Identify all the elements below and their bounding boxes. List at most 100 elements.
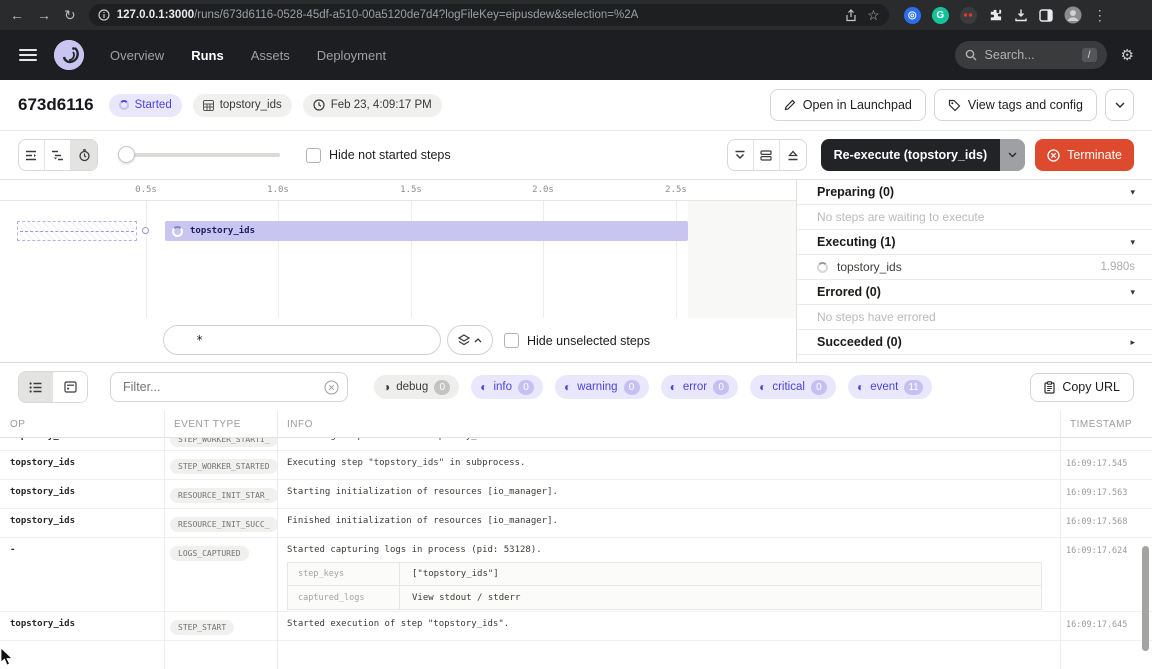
gantt-flat-view-button[interactable] (19, 140, 45, 170)
log-row[interactable]: topstory_ids RESOURCE_INIT_SUCC_ Finishe… (0, 509, 1152, 538)
toggle-icon: ◐ (759, 381, 766, 393)
nav-assets[interactable]: Assets (251, 48, 290, 63)
clear-filter-icon[interactable] (324, 380, 339, 395)
url-text[interactable]: 127.0.0.1:3000/runs/673d6116-0528-45df-a… (117, 9, 838, 21)
log-row[interactable]: topstory_ids STEP_WORKER_STARTED Executi… (0, 451, 1152, 480)
downloads-icon[interactable] (1014, 8, 1028, 22)
log-row[interactable]: topstory_ids STEP_WORKER_STARTI_ Launchi… (0, 438, 1152, 451)
log-row[interactable]: - LOGS_CAPTURED Started capturing logs i… (0, 538, 1152, 612)
log-filter-input[interactable] (111, 380, 347, 394)
hide-unselected-checkbox[interactable] (504, 333, 519, 348)
axis-tick: 1.5s (400, 185, 422, 195)
pane-layout-group (727, 139, 807, 171)
log-filter-input-wrap (110, 372, 348, 402)
event-log-section: ◑ debug 0 ◐ info 0 ◐ warning 0 ◐ error 0… (0, 362, 1152, 669)
site-info-icon[interactable] (98, 9, 110, 21)
toggle-icon: ◐ (564, 381, 571, 393)
section-errored-header[interactable]: Errored (0) ▾ (797, 280, 1152, 305)
global-search[interactable]: Search... / (955, 41, 1107, 69)
password-extension-icon[interactable]: ◎ (904, 7, 921, 24)
settings-gear-icon[interactable]: ⚙ (1121, 46, 1134, 64)
section-executing-header[interactable]: Executing (1) ▾ (797, 230, 1152, 255)
search-icon (965, 49, 977, 61)
view-stdout-stderr-link[interactable]: View stdout / stderr (400, 593, 532, 603)
chevron-down-icon (1008, 152, 1017, 158)
log-scrollbar-thumb[interactable] (1142, 546, 1149, 651)
gantt-waterfall-view-button[interactable] (45, 140, 71, 170)
level-toggle-debug[interactable]: ◑ debug 0 (374, 375, 459, 399)
step-selector-input[interactable] (163, 325, 441, 355)
nav-runs[interactable]: Runs (191, 48, 224, 63)
extensions-puzzle-icon[interactable] (988, 8, 1003, 23)
level-toggle-error[interactable]: ◐ error 0 (661, 375, 739, 399)
browser-menu-kebab-icon[interactable]: ⋮ (1093, 8, 1107, 22)
run-actions-chevron-button[interactable] (1105, 89, 1134, 121)
executing-step-row[interactable]: topstory_ids 1.980s (797, 255, 1152, 280)
section-preparing-header[interactable]: Preparing (0) ▾ (797, 180, 1152, 205)
re-execute-button[interactable]: Re-execute (topstory_ids) (821, 139, 1001, 171)
reload-icon[interactable]: ↻ (64, 8, 76, 22)
log-level-toggles: ◑ debug 0 ◐ info 0 ◐ warning 0 ◐ error 0… (374, 375, 932, 399)
copy-url-button[interactable]: Copy URL (1030, 373, 1134, 402)
profile-avatar[interactable] (1064, 6, 1082, 24)
gantt-connector-dot (142, 227, 149, 234)
grammarly-extension-icon[interactable]: G (932, 7, 949, 24)
level-toggle-warning[interactable]: ◐ warning 0 (555, 375, 649, 399)
axis-tick: 0.5s (135, 185, 157, 195)
view-tags-config-button[interactable]: View tags and config (934, 89, 1097, 121)
toggle-icon: ◐ (857, 381, 864, 393)
log-row[interactable]: topstory_ids STEP_START Started executio… (0, 612, 1152, 641)
job-tag[interactable]: topstory_ids (193, 94, 292, 117)
log-list-view-button[interactable] (19, 372, 53, 402)
col-event-type: EVENT TYPE (164, 419, 277, 430)
gantt-zoom-slider-knob[interactable] (118, 146, 135, 163)
run-header: 673d6116 Started topstory_ids Feb 23, 4:… (0, 80, 1152, 131)
section-succeeded-header[interactable]: Succeeded (0) ▸ (797, 330, 1152, 355)
back-icon[interactable]: ← (10, 8, 24, 22)
gantt-zoom-slider[interactable] (120, 153, 280, 157)
level-count-badge: 0 (624, 380, 640, 395)
re-execute-dropdown-button[interactable] (1000, 139, 1025, 171)
log-metadata-table: step_keys ["topstory_ids"] captured_logs… (287, 562, 1042, 610)
log-row[interactable]: topstory_ids RESOURCE_INIT_STAR_ Startin… (0, 480, 1152, 509)
col-info: INFO (277, 419, 1060, 430)
terminate-button[interactable]: Terminate (1035, 139, 1134, 171)
clock-icon (313, 99, 325, 111)
chevron-down-icon (1115, 102, 1125, 108)
step-query-options-button[interactable] (447, 325, 493, 355)
step-duration: 1.980s (1100, 261, 1135, 273)
job-grid-icon (203, 100, 214, 111)
gantt-step-bar[interactable]: topstory_ids (165, 221, 688, 241)
dagster-logo[interactable] (54, 40, 84, 70)
nav-overview[interactable]: Overview (110, 48, 164, 63)
share-icon[interactable] (845, 9, 857, 22)
bookmark-star-icon[interactable]: ☆ (867, 8, 880, 22)
level-toggle-info[interactable]: ◐ info 0 (471, 375, 543, 399)
hide-not-started-checkbox[interactable] (306, 148, 321, 163)
nav-deployment[interactable]: Deployment (317, 48, 386, 63)
open-in-launchpad-button[interactable]: Open in Launchpad (770, 89, 926, 121)
log-raw-view-button[interactable] (53, 372, 87, 402)
expand-pane-button[interactable] (780, 140, 806, 170)
chevron-down-icon: ▾ (1130, 237, 1135, 248)
hamburger-menu-icon[interactable] (19, 46, 37, 64)
mouse-cursor (0, 648, 13, 666)
address-bar[interactable]: 127.0.0.1:3000/runs/673d6116-0528-45df-a… (89, 4, 889, 26)
collapse-pane-button[interactable] (728, 140, 754, 170)
run-id: 673d6116 (18, 95, 94, 115)
chevron-right-icon: ▸ (1130, 337, 1135, 348)
forward-icon[interactable]: → (37, 8, 51, 22)
chevron-up-icon (474, 338, 482, 343)
gantt-waiting-marker (17, 221, 137, 241)
gantt-step-label: topstory_ids (190, 226, 255, 236)
event-type-chip: STEP_START (170, 620, 234, 635)
event-type-chip: LOGS_CAPTURED (170, 546, 249, 561)
gantt-timed-view-button[interactable] (71, 140, 97, 170)
level-count-badge: 0 (434, 380, 450, 395)
bot-extension-icon[interactable] (960, 7, 977, 24)
level-toggle-critical[interactable]: ◐ critical 0 (750, 375, 836, 399)
level-toggle-event[interactable]: ◐ event 11 (848, 375, 932, 399)
sidepanel-icon[interactable] (1039, 9, 1053, 22)
split-pane-button[interactable] (754, 140, 780, 170)
layers-icon (458, 334, 470, 347)
